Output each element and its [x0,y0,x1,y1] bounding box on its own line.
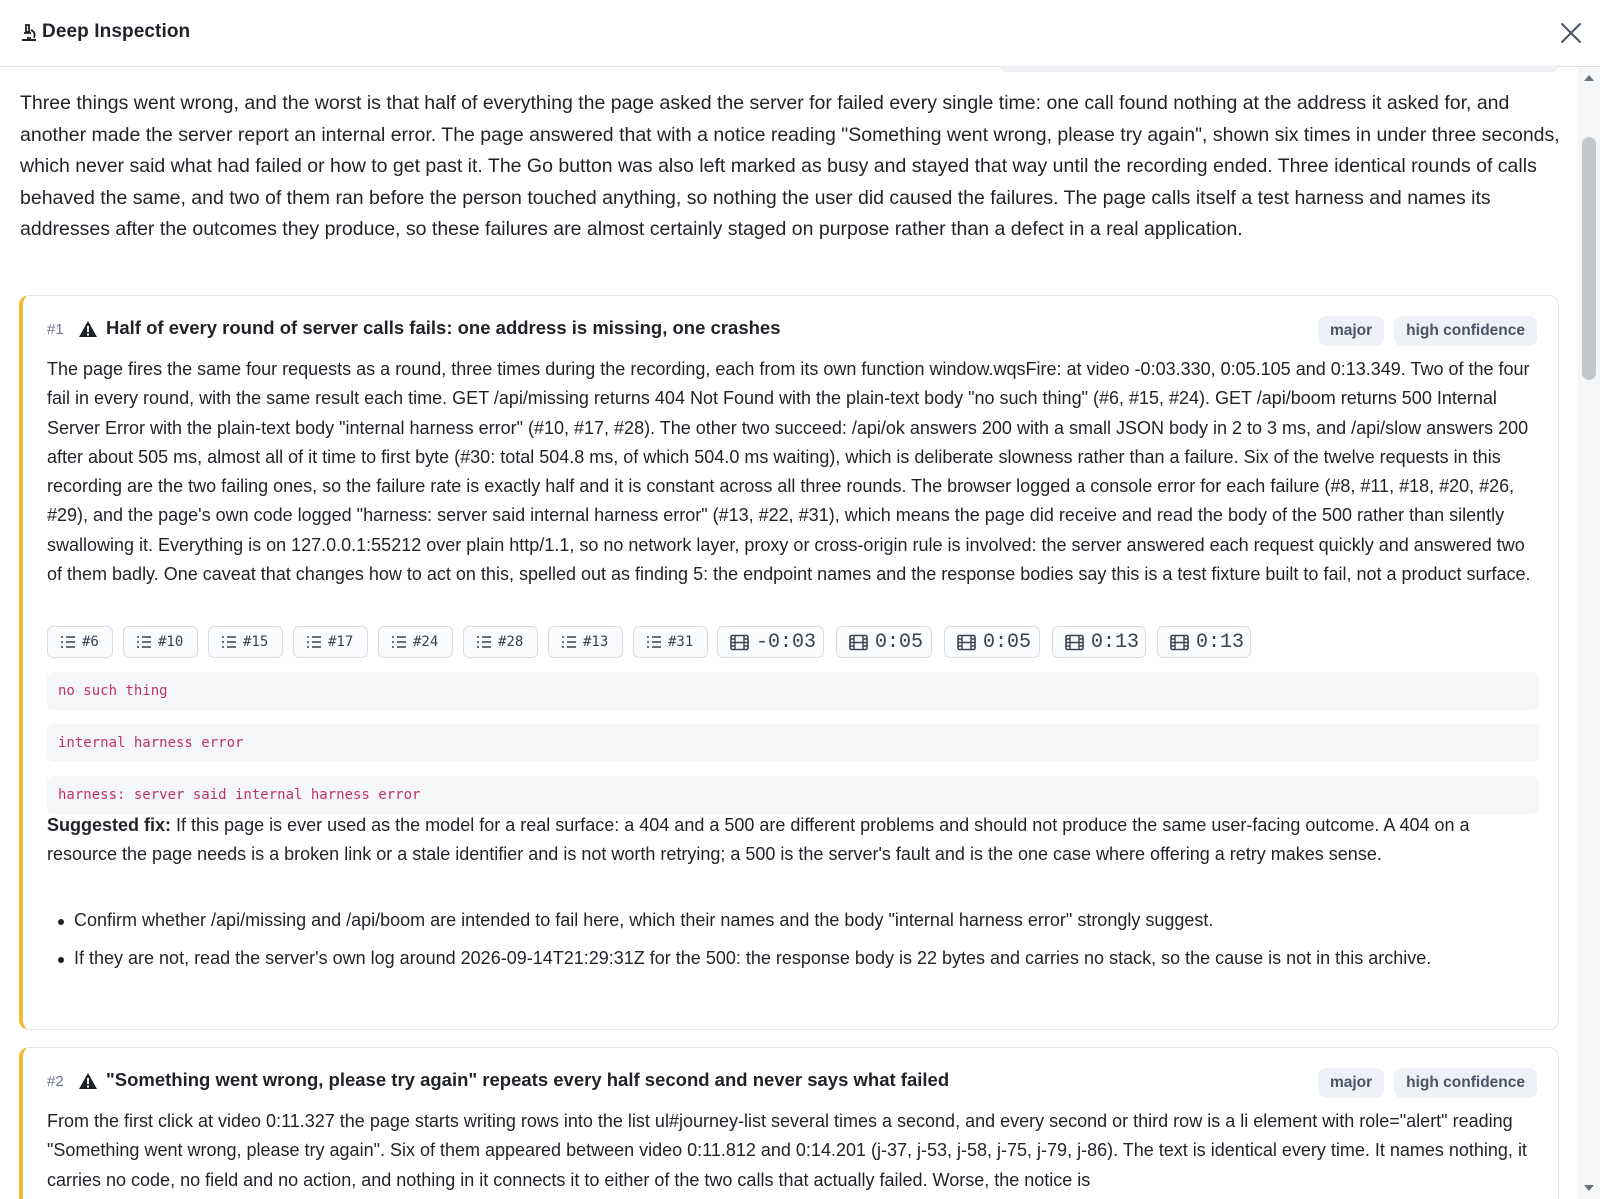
scroll-up-arrow-icon[interactable] [1583,72,1595,84]
fix-step: If they are not, read the server's own l… [47,944,1527,973]
finding-number: #1 [47,321,64,338]
film-icon [730,634,749,650]
microscope-icon [22,24,36,41]
event-chip[interactable]: #13 [548,626,623,658]
dialog-header: Deep Inspection [0,0,1600,67]
list-icon [647,636,661,648]
dialog-title: Deep Inspection [42,21,191,42]
suggested-fix-text: If this page is ever used as the model f… [47,815,1470,865]
list-icon [137,636,151,648]
confidence-badge: high confidence [1394,316,1537,346]
event-chip[interactable]: #17 [293,626,368,658]
list-icon [392,636,406,648]
confidence-badge: high confidence [1394,1068,1537,1098]
film-icon [1170,634,1189,650]
event-chip[interactable]: #6 [47,626,113,658]
film-icon [1065,634,1084,650]
code-snippet: harness: server said internal harness er… [47,776,1539,814]
deep-inspection-dialog: Deep Inspection Three things went wrong,… [0,0,1600,1199]
event-chip[interactable]: #24 [378,626,453,658]
finding-card: #2 "Something went wrong, please try aga… [19,1047,1559,1199]
previous-content-edge [1000,66,1558,72]
finding-header: #2 "Something went wrong, please try aga… [47,1068,1537,1098]
video-timestamp-chip[interactable]: 0:13 [1157,626,1251,658]
severity-badge: major [1317,1068,1385,1098]
film-icon [849,634,868,650]
finding-description: From the first click at video 0:11.327 t… [47,1111,1527,1190]
inspection-summary: Three things went wrong, and the worst i… [20,92,1560,240]
finding-badges: major high confidence [1317,1068,1537,1098]
scrollbar-thumb[interactable] [1582,137,1596,380]
event-chip[interactable]: #10 [123,626,198,658]
finding-title: Half of every round of server calls fail… [106,317,781,338]
fix-steps-list: Confirm whether /api/missing and /api/bo… [47,906,1527,983]
video-timestamp-chip[interactable]: 0:05 [836,626,932,658]
code-snippet: no such thing [47,672,1539,710]
finding-number: #2 [47,1073,64,1090]
list-icon [222,636,236,648]
close-icon[interactable] [1555,17,1587,49]
video-timestamp-chip[interactable]: 0:05 [944,626,1040,658]
finding-description: The page fires the same four requests as… [47,359,1531,585]
list-icon [562,636,576,648]
fix-step: Confirm whether /api/missing and /api/bo… [47,906,1527,935]
video-timestamp-chip[interactable]: 0:13 [1052,626,1146,658]
list-icon [477,636,491,648]
event-chip[interactable]: #31 [633,626,708,658]
finding-title: "Something went wrong, please try again"… [106,1069,950,1090]
suggested-fix: Suggested fix: If this page is ever used… [47,811,1539,870]
scroll-down-arrow-icon[interactable] [1583,1182,1595,1194]
list-icon [61,636,75,648]
event-chip[interactable]: #28 [463,626,538,658]
finding-card: #1 Half of every round of server calls f… [19,295,1559,1030]
warning-icon [79,321,97,337]
list-icon [307,636,321,648]
finding-header: #1 Half of every round of server calls f… [47,316,1537,346]
finding-badges: major high confidence [1317,316,1537,346]
warning-icon [79,1073,97,1089]
film-icon [957,634,976,650]
severity-badge: major [1317,316,1385,346]
video-timestamp-chip[interactable]: -0:03 [717,626,824,658]
code-snippet: internal harness error [47,724,1539,762]
event-chip[interactable]: #15 [208,626,283,658]
suggested-fix-label: Suggested fix: [47,815,172,835]
